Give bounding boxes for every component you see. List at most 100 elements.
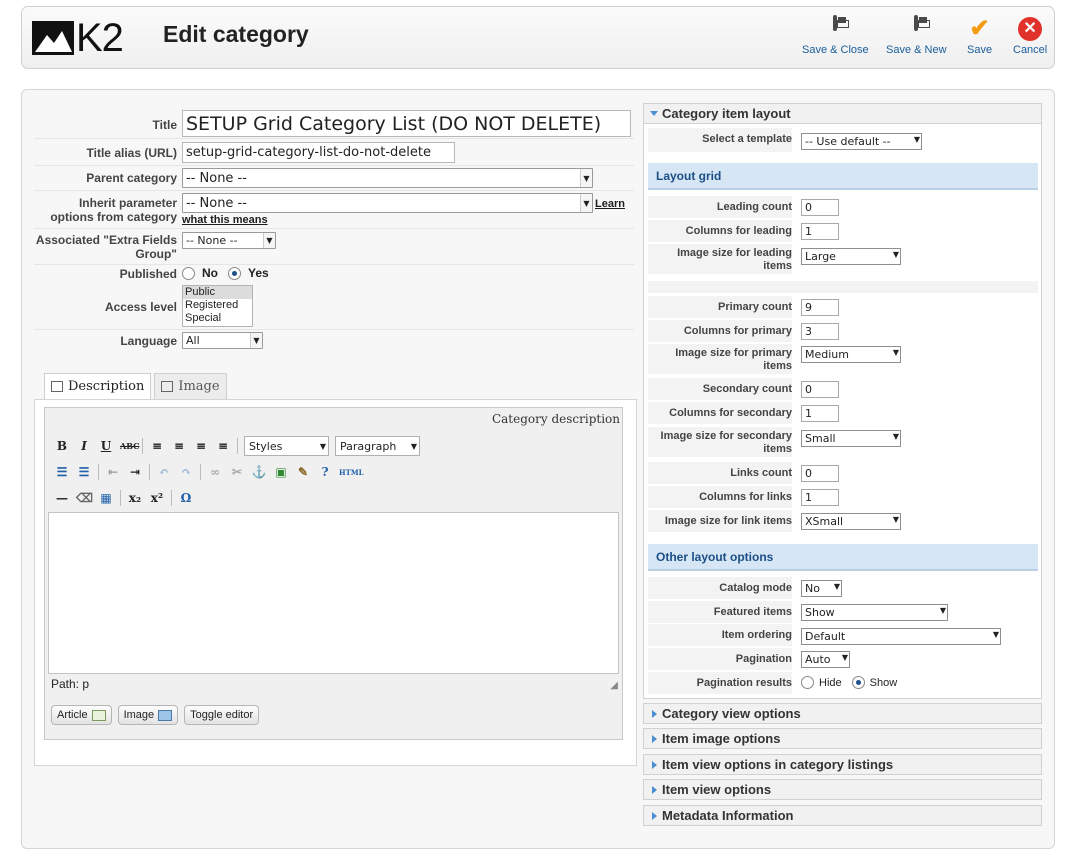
save-close-button[interactable]: Save & Close bbox=[802, 15, 869, 56]
item-image-options-header[interactable]: Item image options bbox=[643, 728, 1042, 749]
align-left-icon[interactable]: ≡ bbox=[149, 439, 165, 453]
secondary-count-row: Secondary count 0 bbox=[648, 378, 1038, 400]
item-view-options-header[interactable]: Item view options bbox=[643, 779, 1042, 800]
category-item-layout-header[interactable]: Category item layout bbox=[643, 103, 1042, 124]
image-links-select[interactable]: XSmall ▼ bbox=[801, 513, 901, 530]
html-icon[interactable]: HTML bbox=[339, 468, 364, 477]
pagination-row: Pagination Auto ▼ bbox=[648, 648, 1038, 670]
chevron-down-icon: ▼ bbox=[892, 432, 899, 441]
extra-fields-select[interactable]: -- None -- ▼ bbox=[182, 232, 276, 249]
save-icon bbox=[833, 15, 838, 31]
article-icon bbox=[91, 709, 106, 721]
strikethrough-button[interactable]: ABC bbox=[120, 441, 139, 451]
pagination-results-row: Pagination results Hide Show bbox=[648, 672, 1038, 694]
indent-icon[interactable]: ⇥ bbox=[127, 465, 143, 479]
columns-leading-input[interactable]: 1 bbox=[801, 223, 839, 240]
columns-secondary-input[interactable]: 1 bbox=[801, 405, 839, 422]
image-leading-select[interactable]: Large ▼ bbox=[801, 248, 901, 265]
toolbar: K2 Edit category Save & Close Save & New… bbox=[21, 6, 1055, 69]
edit-icon bbox=[51, 381, 63, 392]
outdent-icon[interactable]: ⇤ bbox=[105, 465, 121, 479]
paragraph-select[interactable]: Paragraph ▼ bbox=[335, 436, 420, 456]
insert-image-icon[interactable]: ▣ bbox=[273, 465, 289, 479]
category-view-options-header[interactable]: Category view options bbox=[643, 703, 1042, 724]
anchor-icon[interactable]: ⚓ bbox=[251, 465, 267, 479]
toggle-editor-button[interactable]: Toggle editor bbox=[184, 705, 260, 725]
cancel-button[interactable]: ✕ Cancel bbox=[1013, 17, 1047, 56]
horizontal-rule-icon[interactable]: — bbox=[54, 491, 70, 505]
columns-primary-input[interactable]: 3 bbox=[801, 323, 839, 340]
chevron-down-icon: ▼ bbox=[833, 582, 840, 591]
list-item[interactable]: Registered bbox=[183, 299, 252, 312]
close-icon: ✕ bbox=[1018, 17, 1043, 41]
chevron-down-icon: ▼ bbox=[892, 250, 899, 259]
inherit-category-select[interactable]: -- None -- ▼ bbox=[182, 193, 593, 213]
columns-secondary-row: Columns for secondary 1 bbox=[648, 402, 1038, 424]
checkmark-icon: ✔ bbox=[969, 15, 990, 42]
item-view-listings-header[interactable]: Item view options in category listings bbox=[643, 754, 1042, 775]
redo-icon[interactable]: ↷ bbox=[178, 465, 194, 479]
italic-button[interactable]: I bbox=[76, 439, 92, 453]
pagination-hide-radio[interactable] bbox=[801, 676, 814, 689]
numbered-list-icon[interactable]: ☰ bbox=[76, 465, 92, 479]
pagination-show-radio[interactable] bbox=[851, 676, 865, 689]
pagination-select[interactable]: Auto ▼ bbox=[801, 651, 850, 668]
links-count-input[interactable]: 0 bbox=[801, 465, 839, 482]
image-button[interactable]: Image bbox=[117, 705, 179, 725]
editor-heading: Category description bbox=[491, 412, 620, 426]
k2-logo: K2 bbox=[32, 18, 124, 58]
link-icon[interactable]: ∞ bbox=[207, 465, 223, 479]
title-input[interactable]: SETUP Grid Category List (DO NOT DELETE) bbox=[182, 110, 631, 137]
image-primary-select[interactable]: Medium ▼ bbox=[801, 346, 901, 363]
catalog-mode-select[interactable]: No ▼ bbox=[801, 580, 842, 597]
language-select[interactable]: All ▼ bbox=[182, 332, 263, 349]
columns-links-input[interactable]: 1 bbox=[801, 489, 839, 506]
styles-select[interactable]: Styles ▼ bbox=[244, 436, 329, 456]
article-button[interactable]: Article bbox=[51, 705, 112, 725]
eraser-icon[interactable]: ⌫ bbox=[76, 491, 93, 505]
subscript-icon[interactable]: x₂ bbox=[127, 491, 143, 505]
chevron-down-icon: ▼ bbox=[580, 169, 592, 187]
image-secondary-select[interactable]: Small ▼ bbox=[801, 430, 901, 447]
help-icon[interactable]: ? bbox=[317, 465, 333, 479]
tab-description[interactable]: Description bbox=[44, 373, 152, 399]
resize-handle-icon[interactable]: ◢ bbox=[610, 680, 618, 691]
list-item[interactable]: Special bbox=[183, 312, 252, 325]
featured-items-select[interactable]: Show ▼ bbox=[801, 604, 948, 621]
undo-icon[interactable]: ↶ bbox=[156, 465, 172, 479]
align-right-icon[interactable]: ≡ bbox=[193, 439, 209, 453]
primary-count-input[interactable]: 9 bbox=[801, 299, 839, 316]
what-this-means-link[interactable]: what this means bbox=[182, 214, 268, 226]
table-icon[interactable]: ▦ bbox=[98, 491, 114, 505]
save-button[interactable]: ✔ Save bbox=[967, 15, 992, 57]
published-no-radio[interactable] bbox=[182, 266, 195, 280]
image-primary-row: Image size for primary items Medium ▼ bbox=[648, 344, 1038, 374]
superscript-icon[interactable]: x² bbox=[149, 491, 165, 505]
align-center-icon[interactable]: ≡ bbox=[171, 439, 187, 453]
save-new-button[interactable]: Save & New bbox=[886, 15, 947, 56]
chevron-down-icon: ▼ bbox=[939, 606, 946, 615]
metadata-information-header[interactable]: Metadata Information bbox=[643, 805, 1042, 826]
leading-count-input[interactable]: 0 bbox=[801, 199, 839, 216]
cleanup-icon[interactable]: ✎ bbox=[295, 465, 311, 479]
bullet-list-icon[interactable]: ☰ bbox=[54, 465, 70, 479]
align-justify-icon[interactable]: ≡ bbox=[215, 439, 231, 453]
item-ordering-select[interactable]: Default ▼ bbox=[801, 628, 1001, 645]
underline-button[interactable]: U bbox=[98, 439, 114, 453]
unlink-icon[interactable]: ✂ bbox=[229, 465, 245, 479]
list-item[interactable]: Public bbox=[183, 286, 252, 299]
page-title: Edit category bbox=[163, 21, 309, 47]
alias-input[interactable]: setup-grid-category-list-do-not-delete bbox=[182, 142, 455, 163]
tab-image[interactable]: Image bbox=[154, 373, 227, 399]
published-yes-radio[interactable] bbox=[228, 266, 241, 280]
secondary-count-input[interactable]: 0 bbox=[801, 381, 839, 398]
parent-category-select[interactable]: -- None -- ▼ bbox=[182, 168, 593, 188]
bold-button[interactable]: B bbox=[54, 439, 70, 453]
editor-body[interactable] bbox=[48, 512, 619, 674]
access-level-list[interactable]: Public Registered Special bbox=[182, 285, 253, 327]
leading-count-row: Leading count 0 bbox=[648, 196, 1038, 218]
template-select[interactable]: -- Use default -- ▼ bbox=[801, 133, 922, 150]
learn-link[interactable]: Learn bbox=[595, 198, 625, 210]
template-row: Select a template -- Use default -- ▼ bbox=[648, 128, 1038, 152]
special-char-icon[interactable]: Ω bbox=[178, 491, 194, 505]
